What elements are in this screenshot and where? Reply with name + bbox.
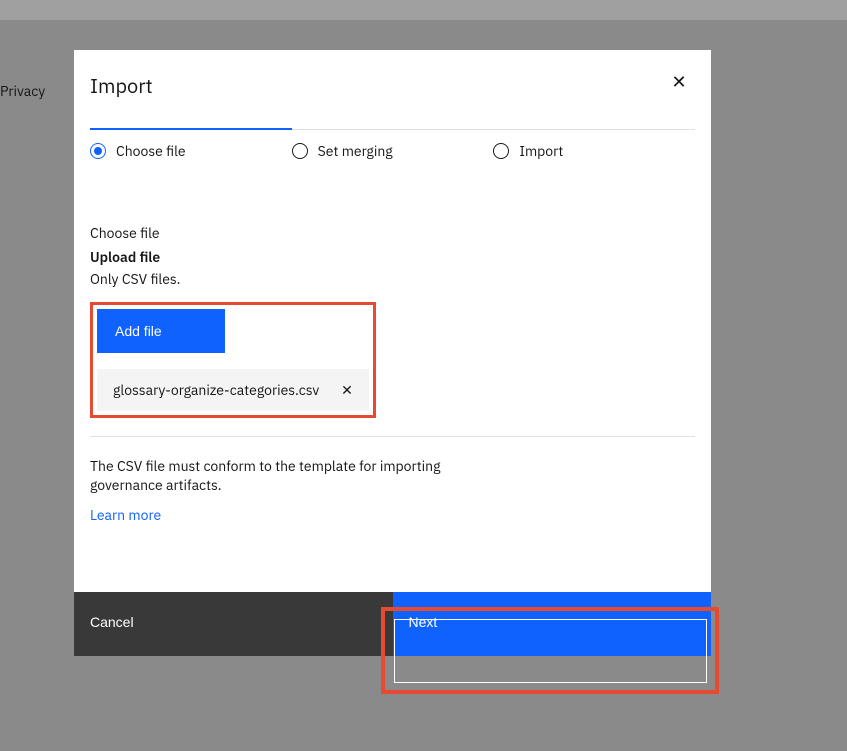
- background-sidebar-item: Privacy: [0, 82, 45, 100]
- import-modal: Import ✕ Choose file Set merging Import …: [74, 50, 711, 656]
- step-set-merging[interactable]: Set merging: [292, 130, 494, 160]
- selected-file-chip: glossary-organize-categories.csv ✕: [97, 369, 369, 411]
- step-label: Choose file: [116, 142, 186, 160]
- selected-file-name: glossary-organize-categories.csv: [113, 381, 337, 399]
- modal-body: Choose file Upload file Only CSV files. …: [74, 224, 711, 544]
- step-label: Import: [519, 142, 563, 160]
- close-button[interactable]: ✕: [663, 66, 695, 98]
- upload-hint: Only CSV files.: [90, 270, 695, 288]
- radio-filled-icon: [90, 143, 106, 159]
- remove-file-button[interactable]: ✕: [337, 382, 357, 399]
- step-label: Set merging: [318, 142, 393, 160]
- next-button[interactable]: Next: [393, 592, 712, 656]
- template-hint-text: The CSV file must conform to the templat…: [90, 457, 470, 495]
- upload-highlight-box: Add file glossary-organize-categories.cs…: [90, 302, 376, 418]
- modal-title: Import: [90, 72, 153, 99]
- modal-footer: Cancel Next: [74, 592, 711, 656]
- step-choose-file[interactable]: Choose file: [90, 130, 292, 160]
- cancel-button[interactable]: Cancel: [74, 592, 393, 656]
- close-icon: ✕: [671, 72, 686, 93]
- divider: [90, 436, 695, 437]
- radio-empty-icon: [493, 143, 509, 159]
- radio-empty-icon: [292, 143, 308, 159]
- section-label: Choose file: [90, 224, 695, 242]
- progress-steps: Choose file Set merging Import: [74, 129, 711, 160]
- learn-more-link[interactable]: Learn more: [90, 506, 161, 524]
- modal-header: Import ✕: [74, 50, 711, 99]
- step-import[interactable]: Import: [493, 130, 695, 160]
- add-file-button[interactable]: Add file: [97, 309, 225, 353]
- background-topbar: [0, 0, 847, 20]
- upload-title: Upload file: [90, 248, 695, 266]
- close-icon: ✕: [341, 382, 353, 398]
